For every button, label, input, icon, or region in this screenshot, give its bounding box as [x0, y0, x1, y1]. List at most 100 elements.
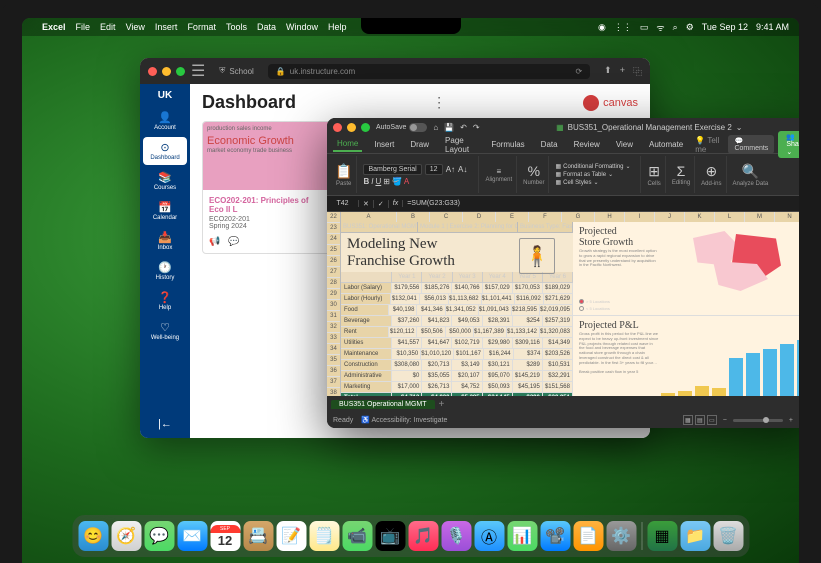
dock-appstore[interactable]: Ⓐ — [474, 521, 504, 551]
wifi-icon[interactable]: ◉ — [598, 22, 606, 33]
dock-contacts[interactable]: 📇 — [243, 521, 273, 551]
control-center-icon[interactable]: ⚙ — [686, 22, 694, 33]
dock-podcasts[interactable]: 🎙️ — [441, 521, 471, 551]
fontsize-select[interactable]: 12 — [425, 164, 443, 175]
sheet-tab[interactable]: BUS351 Operational MGMT — [331, 400, 435, 409]
zoom-in-icon[interactable]: + — [789, 417, 793, 424]
cells-group[interactable]: ⊞ Cells — [643, 156, 665, 193]
font-color-icon[interactable]: A — [404, 177, 409, 186]
cancel-icon[interactable]: ✕ — [359, 200, 374, 208]
sidebar-item-help[interactable]: ❓Help — [143, 287, 187, 315]
italic-button[interactable]: I — [371, 177, 373, 186]
dock-excel[interactable]: ▦ — [647, 521, 677, 551]
dock-settings[interactable]: ⚙️ — [606, 521, 636, 551]
tab-insert[interactable]: Insert — [370, 138, 398, 151]
share-icon[interactable]: ⬆ — [604, 65, 612, 78]
menu-edit[interactable]: Edit — [100, 22, 116, 32]
course-card[interactable]: production sales income Economic Growth … — [202, 121, 332, 254]
redo-icon[interactable]: ↷ — [473, 123, 480, 132]
zoom-slider[interactable] — [733, 419, 783, 422]
minimize-button[interactable] — [347, 123, 356, 132]
browser-tab[interactable]: ⛨ School — [219, 66, 253, 76]
tab-pagelayout[interactable]: Page Layout — [441, 134, 479, 156]
accessibility-status[interactable]: ♿ Accessibility: Investigate — [361, 416, 447, 424]
menubar-time[interactable]: 9:41 AM — [756, 22, 789, 32]
dock-keynote[interactable]: 📽️ — [540, 521, 570, 551]
paste-group[interactable]: 📋 Paste — [331, 156, 357, 193]
undo-icon[interactable]: ↶ — [460, 123, 467, 132]
dock-notes[interactable]: 🗒️ — [309, 521, 339, 551]
analyze-group[interactable]: 🔍 Analyze Data — [729, 156, 773, 193]
comments-button[interactable]: 💬 Comments — [728, 135, 774, 154]
dock-calendar[interactable]: SEP12 — [210, 521, 240, 551]
save-icon[interactable]: 💾 — [444, 123, 454, 132]
sidebar-item-dashboard[interactable]: ⊙Dashboard — [143, 137, 187, 165]
maximize-button[interactable] — [361, 123, 370, 132]
dock-mail[interactable]: ✉️ — [177, 521, 207, 551]
fx-label[interactable]: fx — [389, 200, 403, 207]
editing-group[interactable]: Σ Editing — [668, 156, 695, 193]
dock-downloads[interactable]: 📁 — [680, 521, 710, 551]
dock-numbers[interactable]: 📊 — [507, 521, 537, 551]
menubar-date[interactable]: Tue Sep 12 — [702, 22, 748, 32]
tellme-search[interactable]: 💡 Tell me — [695, 136, 720, 154]
dock-finder[interactable]: 😊 — [78, 521, 108, 551]
underline-button[interactable]: U — [375, 177, 381, 186]
page-break-icon[interactable]: ▭ — [707, 415, 717, 425]
dock-reminders[interactable]: 📝 — [276, 521, 306, 551]
zoom-out-icon[interactable]: − — [723, 417, 727, 424]
menu-view[interactable]: View — [126, 22, 145, 32]
close-button[interactable] — [333, 123, 342, 132]
dock-music[interactable]: 🎵 — [408, 521, 438, 551]
sidebar-toggle-icon[interactable]: ☰ — [191, 61, 205, 81]
alignment-group[interactable]: ≡ Alignment — [481, 156, 517, 193]
add-sheet-button[interactable]: + — [439, 399, 445, 410]
uk-logo[interactable]: UK — [158, 90, 172, 101]
menu-format[interactable]: Format — [187, 22, 216, 32]
maximize-button[interactable] — [176, 67, 185, 76]
reload-icon[interactable]: ⟳ — [575, 67, 582, 76]
menubar-app[interactable]: Excel — [42, 22, 66, 32]
sidebar-item-inbox[interactable]: 📥Inbox — [143, 227, 187, 255]
sidebar-item-history[interactable]: 🕐History — [143, 257, 187, 285]
map-chart[interactable]: ProjectedStore Growth Growth strategy is… — [573, 222, 799, 316]
dock-pages[interactable]: 📄 — [573, 521, 603, 551]
wifi-icon[interactable]: ᯤ — [656, 21, 664, 34]
tab-view[interactable]: View — [612, 138, 637, 151]
autosave-toggle[interactable]: AutoSave — [376, 123, 427, 132]
sidebar-item-account[interactable]: 👤Account — [143, 107, 187, 135]
menu-data[interactable]: Data — [257, 22, 276, 32]
tab-review[interactable]: Review — [570, 138, 604, 151]
close-button[interactable] — [148, 67, 157, 76]
share-button[interactable]: 👥 Share ⌄ — [778, 131, 799, 158]
menu-tools[interactable]: Tools — [226, 22, 247, 32]
battery-icon[interactable]: ▭ — [640, 22, 649, 33]
number-group[interactable]: % Number — [519, 156, 549, 193]
discussions-icon[interactable]: 💬 — [228, 236, 239, 247]
address-bar[interactable]: 🔒 uk.instructure.com ⟳ — [268, 64, 590, 79]
announcements-icon[interactable]: 📢 — [209, 236, 220, 247]
worksheet[interactable]: 22232425262728293031323334353637383940 A… — [327, 212, 799, 410]
menu-insert[interactable]: Insert — [155, 22, 178, 32]
increase-font-icon[interactable]: A↑ — [446, 165, 455, 174]
tab-automate[interactable]: Automate — [645, 138, 687, 151]
cell-reference[interactable]: T42 — [327, 200, 359, 207]
confirm-icon[interactable]: ✓ — [374, 200, 389, 208]
formula-input[interactable]: =SUM(G23:G33) — [403, 200, 464, 207]
dock-safari[interactable]: 🧭 — [111, 521, 141, 551]
addins-group[interactable]: ⊕ Add-ins — [697, 156, 726, 193]
fill-color-icon[interactable]: 🪣 — [392, 177, 402, 186]
dock-tv[interactable]: 📺 — [375, 521, 405, 551]
tab-home[interactable]: Home — [333, 137, 362, 152]
menu-help[interactable]: Help — [328, 22, 347, 32]
minimize-button[interactable] — [162, 67, 171, 76]
decrease-font-icon[interactable]: A↓ — [458, 165, 467, 174]
border-icon[interactable]: ⊞ — [383, 177, 390, 186]
tab-draw[interactable]: Draw — [406, 138, 433, 151]
sidebar-item-wellbeing[interactable]: ♡Well-being — [143, 317, 187, 345]
font-select[interactable]: Bamberg Serial — [363, 164, 421, 175]
tab-formulas[interactable]: Formulas — [487, 138, 528, 151]
dock-messages[interactable]: 💬 — [144, 521, 174, 551]
dock-trash[interactable]: 🗑️ — [713, 521, 743, 551]
sidebar-item-calendar[interactable]: 📅Calendar — [143, 197, 187, 225]
